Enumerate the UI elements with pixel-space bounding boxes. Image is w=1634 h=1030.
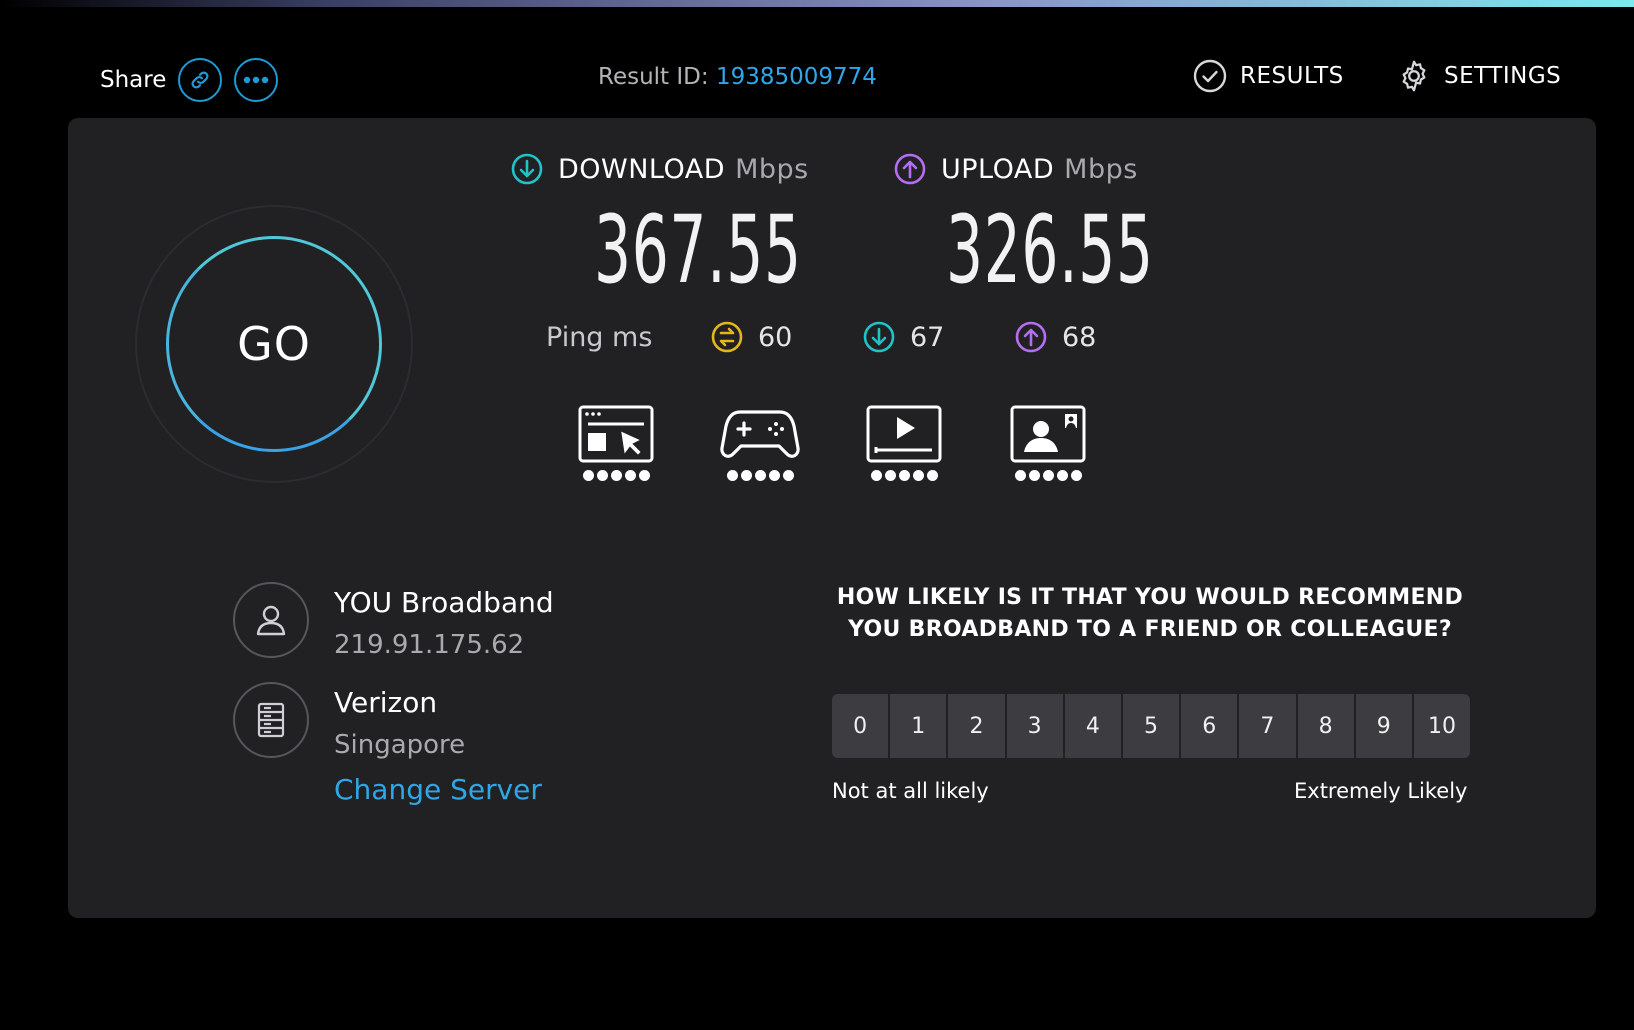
nps-option-3[interactable]: 3 <box>1006 694 1065 758</box>
provider-name: YOU Broadband <box>334 586 554 619</box>
server-name: Verizon <box>334 686 438 719</box>
ping-label: Ping ms <box>546 322 653 353</box>
server-location: Singapore <box>334 730 466 760</box>
upload-speed-value: 326.55 <box>946 196 1154 305</box>
nps-option-7[interactable]: 7 <box>1239 694 1298 758</box>
upload-label: UPLOAD <box>941 153 1055 185</box>
ping-idle: 60 <box>710 320 792 354</box>
result-id-link[interactable]: 19385009774 <box>716 64 877 90</box>
user-icon <box>256 605 286 636</box>
nps-scale: 0 1 2 3 4 5 6 7 8 9 10 <box>832 694 1470 758</box>
download-label: DOWNLOAD <box>558 153 726 185</box>
survey-question: HOW LIKELY IS IT THAT YOU WOULD RECOMMEN… <box>836 585 1464 642</box>
download-arrow-icon <box>511 153 543 185</box>
web-browsing-rating[interactable] <box>574 404 658 481</box>
nps-option-6[interactable]: 6 <box>1181 694 1240 758</box>
nps-option-0[interactable]: 0 <box>832 694 891 758</box>
nps-option-10[interactable]: 10 <box>1413 694 1470 758</box>
go-label: GO <box>237 317 311 371</box>
go-button[interactable]: GO <box>166 236 382 452</box>
provider-ip: 219.91.175.62 <box>334 630 525 660</box>
settings-label: SETTINGS <box>1444 63 1562 89</box>
gear-icon <box>1402 60 1426 92</box>
share-bar: Share <box>100 58 290 102</box>
ping-download: 67 <box>862 320 944 354</box>
download-latency-icon <box>863 321 895 353</box>
nps-low-label: Not at all likely <box>832 779 989 803</box>
video-streaming-rating[interactable] <box>862 404 946 481</box>
results-button[interactable]: RESULTS <box>1192 58 1344 94</box>
change-server-link[interactable]: Change Server <box>334 773 542 806</box>
result-id: Result ID: 19385009774 <box>598 64 877 90</box>
results-label: RESULTS <box>1240 63 1344 89</box>
share-more-button[interactable] <box>234 58 279 102</box>
link-icon <box>191 71 209 89</box>
download-speed-value: 367.55 <box>594 196 802 305</box>
gaming-rating[interactable] <box>718 404 802 481</box>
upload-unit: Mbps <box>1064 153 1138 185</box>
gaming-icon <box>720 410 800 458</box>
nps-option-5[interactable]: 5 <box>1122 694 1182 758</box>
video-chat-rating-dots <box>1013 470 1083 481</box>
ping-upload-value: 68 <box>1062 321 1097 353</box>
video-streaming-rating-dots <box>869 470 939 481</box>
result-id-label: Result ID: <box>598 64 709 90</box>
web-browsing-icon <box>578 405 654 463</box>
download-unit: Mbps <box>735 153 809 185</box>
provider-icon-wrap <box>233 582 309 658</box>
ping-download-value: 67 <box>910 321 945 353</box>
check-circle-icon <box>1193 59 1227 93</box>
share-label: Share <box>100 67 167 93</box>
nps-option-1[interactable]: 1 <box>890 694 949 758</box>
nps-high-label: Extremely Likely <box>1294 779 1468 803</box>
ping-upload: 68 <box>1014 320 1096 354</box>
nps-option-8[interactable]: 8 <box>1297 694 1356 758</box>
video-chat-icon <box>1010 405 1086 463</box>
download-header: DOWNLOAD Mbps <box>510 152 809 186</box>
web-browsing-rating-dots <box>581 470 651 481</box>
settings-button[interactable]: SETTINGS <box>1396 58 1561 94</box>
share-link-button[interactable] <box>178 58 223 102</box>
top-accent-line <box>0 0 1634 10</box>
server-icon-wrap <box>233 682 309 758</box>
nps-option-4[interactable]: 4 <box>1064 694 1123 758</box>
server-icon <box>257 702 285 738</box>
upload-header: UPLOAD Mbps <box>893 152 1138 186</box>
nps-option-2[interactable]: 2 <box>948 694 1007 758</box>
video-chat-rating[interactable] <box>1006 404 1090 481</box>
upload-latency-icon <box>1015 321 1047 353</box>
gaming-rating-dots <box>725 470 795 481</box>
video-streaming-icon <box>866 405 942 463</box>
nps-option-9[interactable]: 9 <box>1355 694 1414 758</box>
upload-arrow-icon <box>894 153 926 185</box>
more-icon <box>244 76 269 84</box>
idle-latency-icon <box>711 321 743 353</box>
ping-idle-value: 60 <box>758 321 793 353</box>
